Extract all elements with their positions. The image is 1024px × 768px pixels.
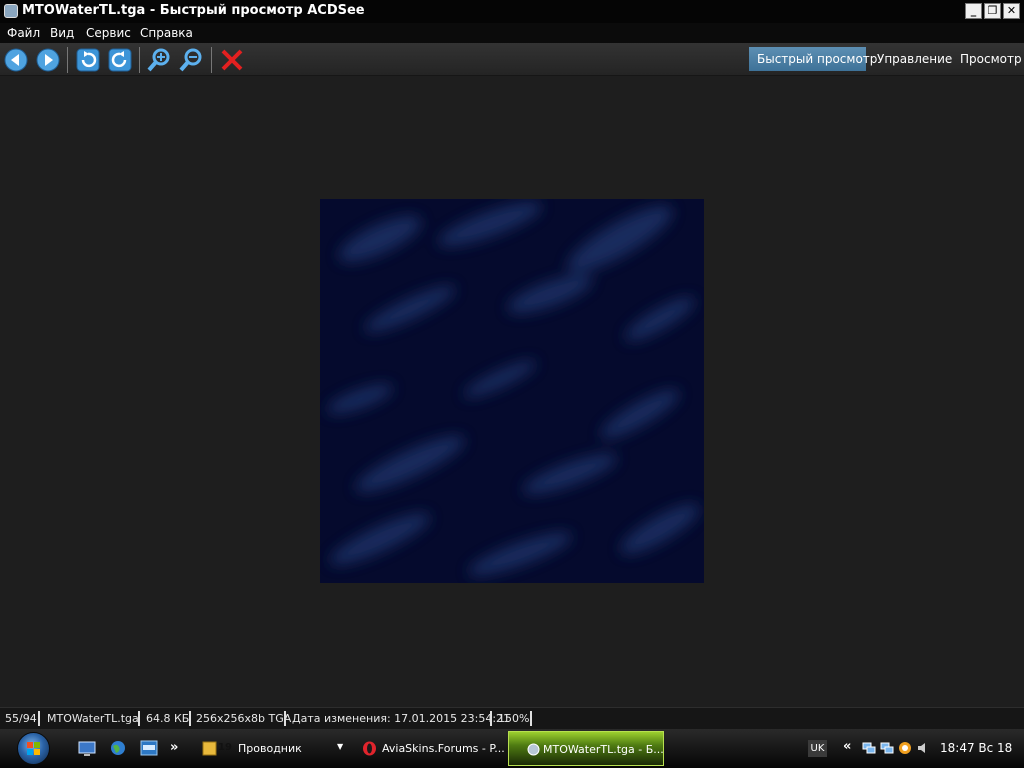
tab-view[interactable]: Просмотр xyxy=(952,47,1024,71)
browser-globe-icon[interactable] xyxy=(109,739,127,757)
zoom-in-icon[interactable] xyxy=(146,47,172,73)
acdsee-task-icon xyxy=(527,743,540,756)
status-separator xyxy=(138,711,140,726)
task-explorer[interactable]: 19 Проводник ▼ xyxy=(196,731,348,766)
close-icon[interactable] xyxy=(219,47,245,73)
status-filename: MTOWaterTL.tga xyxy=(47,712,139,725)
window-title: MTOWaterTL.tga - Быстрый просмотр ACDSee xyxy=(22,3,365,18)
task-explorer-label: Проводник xyxy=(238,742,302,755)
status-separator xyxy=(490,711,492,726)
taskbar: » 19 Проводник ▼ AviaSkins.Forums - P...… xyxy=(0,729,1024,768)
close-window-button[interactable]: ✕ xyxy=(1003,3,1020,19)
menu-service[interactable]: Сервис xyxy=(86,26,131,40)
task-opera[interactable]: AviaSkins.Forums - P... xyxy=(354,731,506,766)
menu-view[interactable]: Вид xyxy=(50,26,74,40)
language-indicator[interactable]: UK xyxy=(808,740,827,757)
image-viewer xyxy=(0,76,1024,707)
rotate-left-icon[interactable] xyxy=(75,47,101,73)
show-desktop-icon[interactable] xyxy=(78,739,96,757)
back-icon[interactable] xyxy=(3,47,29,73)
status-dimensions: 256x256x8b TGA xyxy=(196,712,292,725)
water-texture-image xyxy=(320,199,704,583)
toolbar: Быстрый просмотр Управление Просмотр xyxy=(0,43,1024,76)
status-filesize: 64.8 КБ xyxy=(146,712,190,725)
zoom-out-icon[interactable] xyxy=(178,47,204,73)
status-separator xyxy=(189,711,191,726)
status-bar: 55/94 MTOWaterTL.tga 64.8 КБ 256x256x8b … xyxy=(0,707,1024,729)
network-second-icon[interactable] xyxy=(880,741,894,755)
menu-file[interactable]: Файл xyxy=(7,26,40,40)
status-index: 55/94 xyxy=(5,712,37,725)
system-clock[interactable]: 18:47 Вс 18 xyxy=(940,741,1012,755)
forward-icon[interactable] xyxy=(35,47,61,73)
tray-expand-icon[interactable]: « xyxy=(843,739,851,754)
menu-bar: Файл Вид Сервис Справка xyxy=(0,23,1024,43)
status-zoom: 150% xyxy=(498,712,530,725)
opera-icon xyxy=(363,741,376,756)
windows-logo-icon xyxy=(27,742,40,755)
quick-launch-more-icon[interactable]: » xyxy=(170,740,178,755)
tab-manage[interactable]: Управление xyxy=(869,47,960,71)
image-preview xyxy=(320,199,704,583)
status-separator xyxy=(530,711,532,726)
rotate-right-icon[interactable] xyxy=(107,47,133,73)
dropdown-arrow-icon: ▼ xyxy=(337,742,344,751)
menu-help[interactable]: Справка xyxy=(140,26,193,40)
status-modified: Дата изменения: 17.01.2015 23:54:21 xyxy=(292,712,511,725)
explorer-count-badge: 19 xyxy=(218,742,232,753)
restore-button[interactable]: ❐ xyxy=(984,3,1001,19)
volume-icon[interactable] xyxy=(916,741,930,755)
tab-quick-view[interactable]: Быстрый просмотр xyxy=(749,47,877,71)
task-acdsee-active[interactable]: MTOWaterTL.tga - Б... xyxy=(508,731,664,766)
snap-app-icon[interactable] xyxy=(140,739,158,757)
status-separator xyxy=(284,711,286,726)
toolbar-separator xyxy=(67,47,68,73)
task-acdsee-label: MTOWaterTL.tga - Б... xyxy=(543,743,664,756)
toolbar-separator xyxy=(211,47,212,73)
status-separator xyxy=(38,711,40,726)
minimize-button[interactable]: _ xyxy=(965,3,982,19)
update-icon[interactable] xyxy=(898,741,912,755)
task-opera-label: AviaSkins.Forums - P... xyxy=(382,742,505,755)
network-icon[interactable] xyxy=(862,741,876,755)
folder-icon xyxy=(202,741,217,756)
toolbar-separator xyxy=(139,47,140,73)
acdsee-app-icon[interactable] xyxy=(4,4,18,18)
title-bar: MTOWaterTL.tga - Быстрый просмотр ACDSee… xyxy=(0,0,1024,23)
start-button[interactable] xyxy=(17,732,50,765)
